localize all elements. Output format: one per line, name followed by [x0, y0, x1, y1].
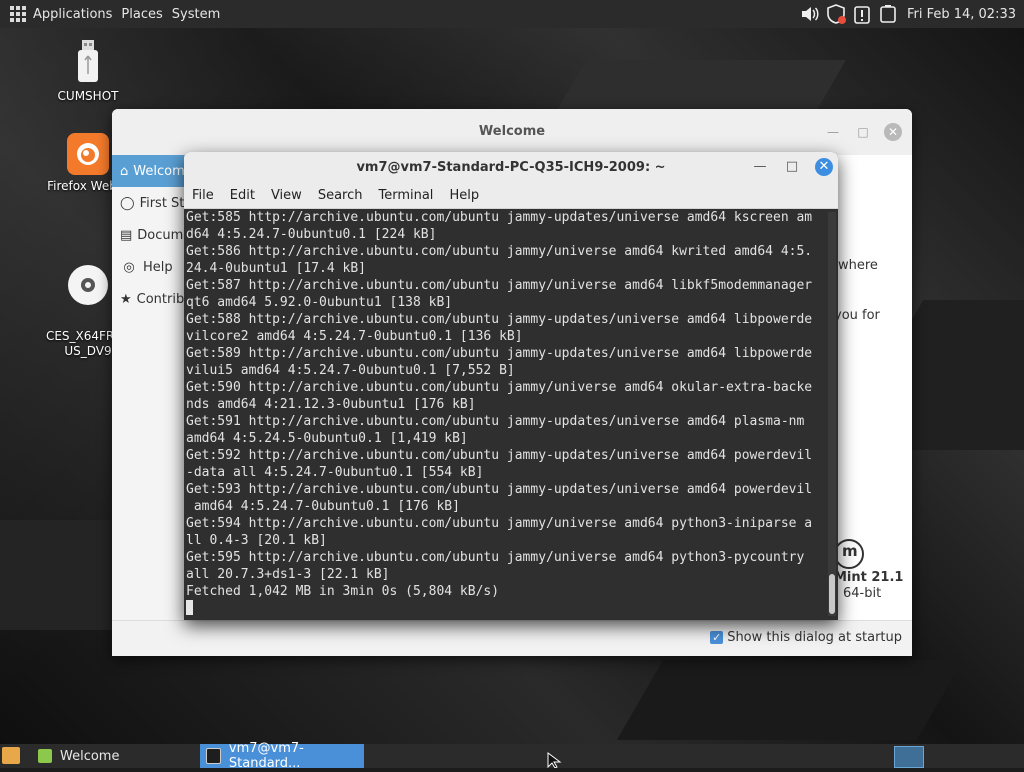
terminal-line: d64 4:5.24.7-0ubuntu0.1 [224 kB] — [186, 227, 437, 242]
usb-drive-icon — [33, 40, 143, 85]
terminal-line: amd64 4:5.24.5-0ubuntu0.1 [1,419 kB] — [186, 431, 468, 446]
book-icon: ▤ — [120, 227, 133, 243]
menu-terminal[interactable]: Terminal — [370, 188, 441, 203]
terminal-line: qt6 amd64 5.92.0-0ubuntu1 [138 kB] — [186, 295, 453, 310]
menu-edit[interactable]: Edit — [222, 188, 263, 203]
terminal-titlebar[interactable]: vm7@vm7-Standard-PC-Q35-ICH9-2009: ~ — □… — [184, 152, 838, 182]
terminal-line: Get:593 http://archive.ubuntu.com/ubuntu… — [186, 482, 813, 497]
show-dialog-label: Show this dialog at startup — [727, 630, 902, 645]
shield-icon[interactable] — [825, 3, 847, 25]
desktop-icon-label: CUMSHOT — [57, 89, 119, 103]
menu-places[interactable]: Places — [121, 7, 171, 22]
sidebar-item-help[interactable]: ◎ Help — [112, 251, 188, 283]
terminal-line: 24.4-0ubuntu1 [17.4 kB] — [186, 261, 367, 276]
minimize-icon[interactable]: — — [824, 123, 842, 141]
sidebar-item-welcome[interactable]: ⌂ Welcome — [112, 155, 188, 187]
menu-help[interactable]: Help — [441, 188, 487, 203]
window-title: Welcome — [478, 124, 546, 139]
workspace-switcher[interactable] — [894, 746, 924, 768]
show-dialog-checkbox[interactable]: ✓ Show this dialog at startup — [710, 630, 902, 645]
version-label: Mint 21.1 — [834, 570, 904, 585]
minimize-icon[interactable]: — — [751, 158, 769, 176]
sidebar-item-contribute[interactable]: ★Contribute — [112, 283, 188, 315]
close-icon[interactable]: ✕ — [884, 123, 902, 141]
menu-view[interactable]: View — [263, 188, 310, 203]
menu-file[interactable]: File — [184, 188, 222, 203]
terminal-line: all 20.7.3+ds1-3 [22.1 kB] — [186, 567, 390, 582]
maximize-icon[interactable]: □ — [854, 123, 872, 141]
terminal-line: Get:592 http://archive.ubuntu.com/ubuntu… — [186, 448, 813, 463]
terminal-line: Get:594 http://archive.ubuntu.com/ubuntu… — [186, 516, 813, 531]
update-icon[interactable] — [851, 3, 873, 25]
taskbar-item-welcome[interactable]: Welcome — [30, 744, 206, 768]
terminal-menubar: File Edit View Search Terminal Help — [184, 182, 838, 209]
terminal-line: ll 0.4-3 [20.1 kB] — [186, 533, 327, 548]
bottom-panel: Welcome vm7@vm7-Standard... — [0, 741, 1024, 771]
maximize-icon[interactable]: □ — [783, 158, 801, 176]
terminal-icon — [206, 748, 221, 764]
terminal-line: nds amd64 4:21.12.3-0ubuntu1 [176 kB] — [186, 397, 476, 412]
terminal-line: Get:595 http://archive.ubuntu.com/ubuntu… — [186, 550, 805, 565]
terminal-line: -data all 4:5.24.7-0ubuntu0.1 [554 kB] — [186, 465, 484, 480]
terminal-line: Get:587 http://archive.ubuntu.com/ubuntu… — [186, 278, 813, 293]
welcome-text-fragment: you for — [834, 308, 880, 323]
system-tray: Fri Feb 14, 02:33 — [795, 0, 1024, 28]
top-panel: Applications Places System Fri Feb 14, 0… — [0, 0, 1024, 28]
mouse-pointer-icon — [547, 752, 565, 772]
terminal-window: vm7@vm7-Standard-PC-Q35-ICH9-2009: ~ — □… — [184, 152, 838, 620]
sidebar-item-documentation[interactable]: ▤Documentation — [112, 219, 188, 251]
terminal-output[interactable]: Get:585 http://archive.ubuntu.com/ubuntu… — [184, 209, 828, 620]
welcome-titlebar[interactable]: Welcome — □ ✕ — [112, 109, 912, 155]
terminal-line: Fetched 1,042 MB in 3min 0s (5,804 kB/s) — [186, 584, 500, 599]
terminal-line: Get:585 http://archive.ubuntu.com/ubuntu… — [186, 210, 813, 225]
applications-grid-icon[interactable] — [10, 6, 26, 22]
welcome-sidebar: ⌂Welcome ◯First Steps ▤Documentation ◎He… — [112, 155, 188, 621]
terminal-line: Get:586 http://archive.ubuntu.com/ubuntu… — [186, 244, 813, 259]
welcome-footer: ✓ Show this dialog at startup — [112, 620, 912, 656]
terminal-line: Get:589 http://archive.ubuntu.com/ubuntu… — [186, 346, 813, 361]
arch-label: 64-bit — [843, 586, 882, 601]
terminal-line: Get:588 http://archive.ubuntu.com/ubuntu… — [186, 312, 813, 327]
clock[interactable]: Fri Feb 14, 02:33 — [907, 7, 1016, 22]
menu-system[interactable]: System — [172, 7, 229, 22]
taskbar-item-terminal[interactable]: vm7@vm7-Standard... — [200, 741, 364, 771]
mint-welcome-icon — [38, 749, 52, 763]
battery-icon[interactable] — [877, 3, 899, 25]
show-desktop-icon[interactable] — [2, 747, 20, 764]
lightbulb-icon: ◯ — [120, 195, 135, 211]
close-icon[interactable]: ✕ — [815, 158, 833, 176]
lifebuoy-icon: ◎ — [123, 259, 135, 275]
terminal-line: amd64 4:5.24.7-0ubuntu0.1 [176 kB] — [186, 499, 460, 514]
volume-icon[interactable] — [799, 3, 821, 25]
sidebar-item-first-steps[interactable]: ◯First Steps — [112, 187, 188, 219]
terminal-line: vilcore2 amd64 4:5.24.7-0ubuntu0.1 [136 … — [186, 329, 523, 344]
star-icon: ★ — [120, 291, 132, 307]
terminal-line: Get:591 http://archive.ubuntu.com/ubuntu… — [186, 414, 805, 429]
scrollbar-thumb[interactable] — [829, 574, 835, 614]
terminal-line: Get:590 http://archive.ubuntu.com/ubuntu… — [186, 380, 813, 395]
terminal-scrollbar[interactable] — [828, 212, 836, 616]
mint-logo-icon — [834, 539, 864, 569]
menu-search[interactable]: Search — [310, 188, 371, 203]
terminal-title: vm7@vm7-Standard-PC-Q35-ICH9-2009: ~ — [356, 160, 666, 175]
desktop-icon-usb[interactable]: CUMSHOT — [33, 40, 143, 103]
text-cursor — [186, 600, 193, 615]
checkmark-icon: ✓ — [710, 631, 724, 644]
terminal-prompt — [186, 600, 828, 617]
menu-applications[interactable]: Applications — [33, 7, 121, 22]
terminal-line: vilui5 amd64 4:5.24.7-0ubuntu0.1 [7,552 … — [186, 363, 515, 378]
home-icon: ⌂ — [120, 163, 129, 179]
welcome-text-fragment: where — [838, 258, 878, 273]
firefox-icon — [67, 133, 109, 175]
